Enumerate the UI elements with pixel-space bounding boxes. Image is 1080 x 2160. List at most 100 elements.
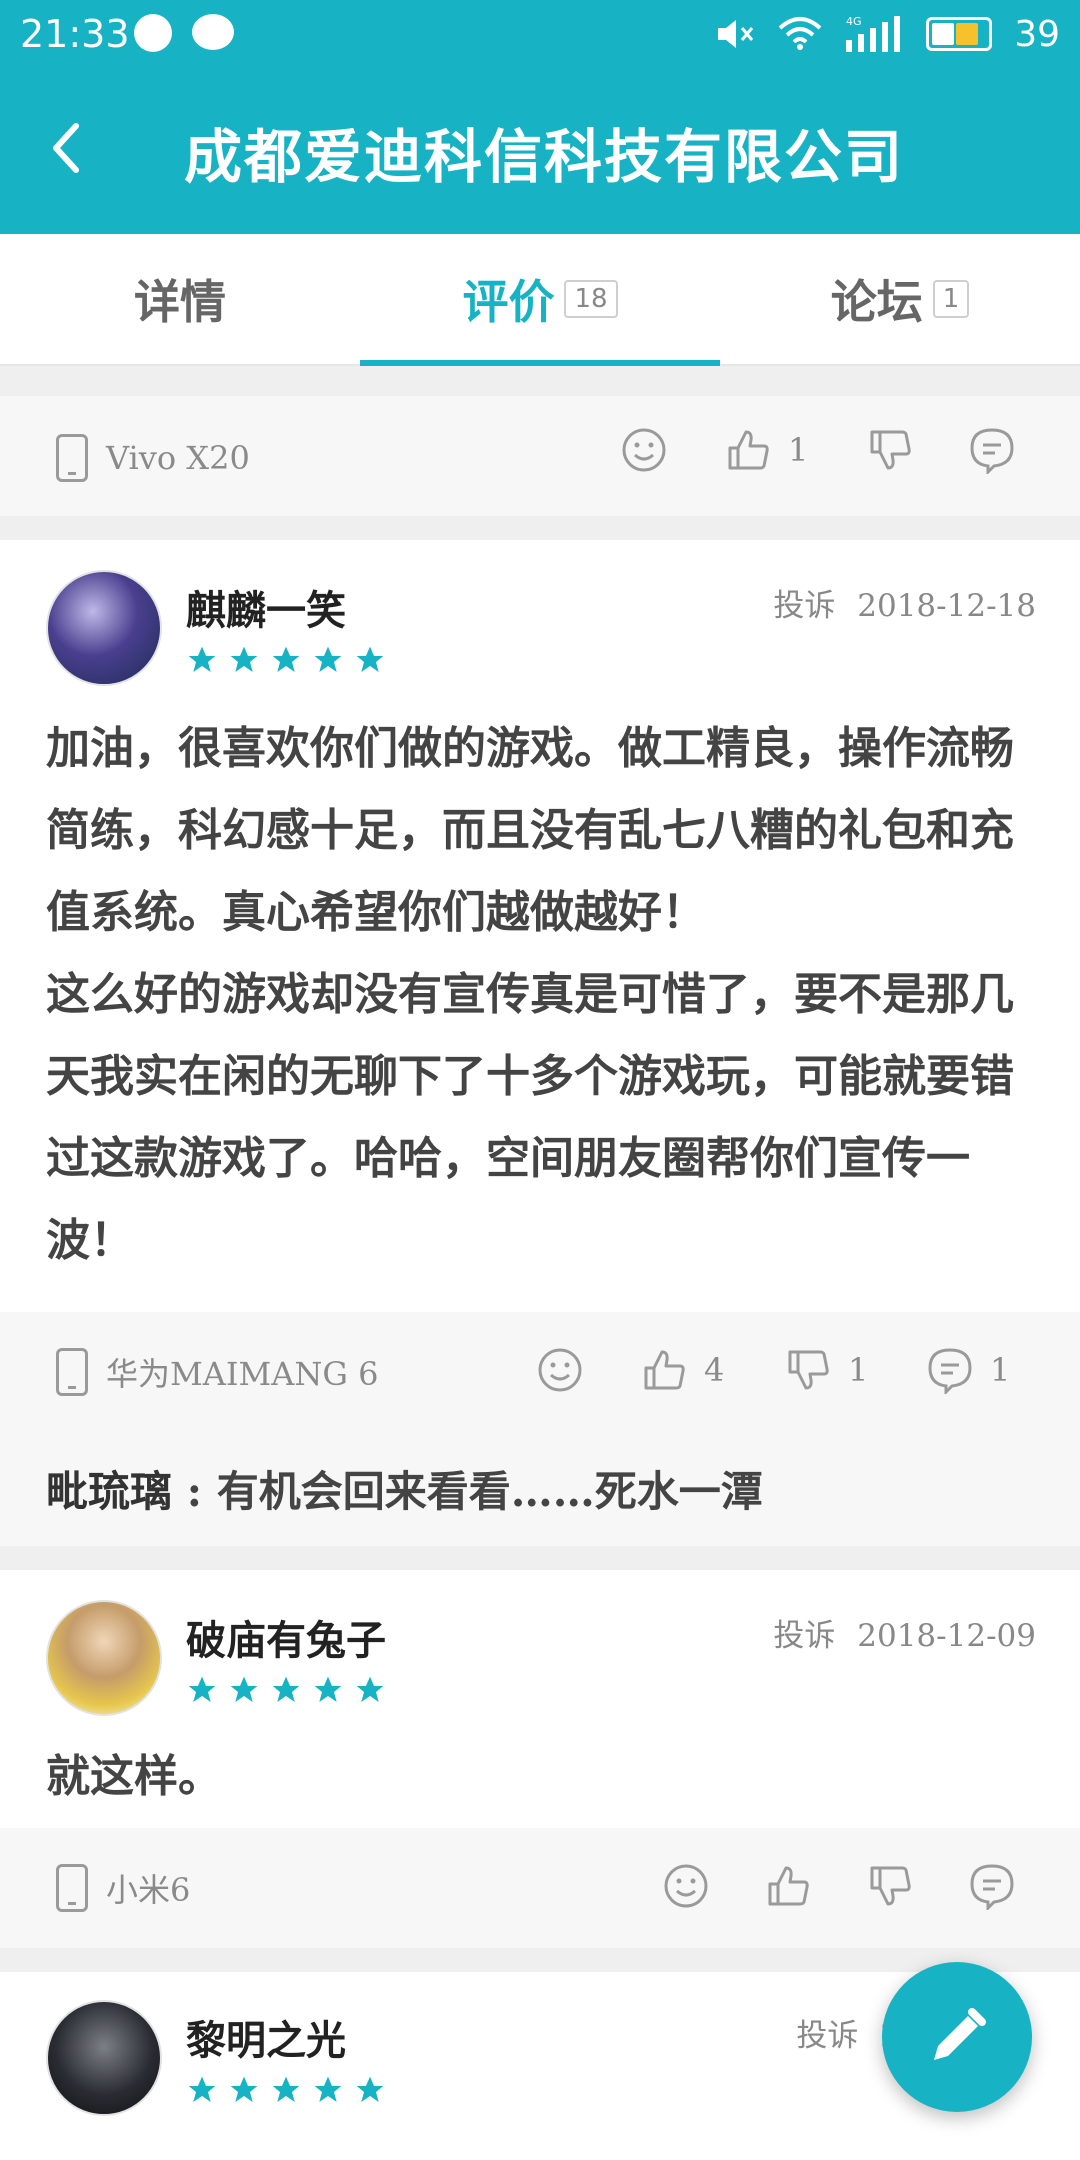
comment-count: 1 [990,1351,1011,1389]
network-type: 4G [846,15,862,28]
comment-button[interactable] [968,1862,1016,1910]
comment-button[interactable]: 1 [926,1346,1010,1394]
dislike-count: 1 [848,1351,869,1389]
phone-icon [56,434,88,482]
thumbs-down-icon [870,430,911,470]
review-username[interactable]: 黎明之光 [186,2008,346,2066]
review-card: 破庙有兔子 投诉 2018-12-09 就这样。 [0,1570,1080,1830]
device-info: 小米6 [56,1864,190,1912]
star-icon [272,2076,300,2102]
like-count: 1 [788,431,809,469]
avatar[interactable] [46,1600,162,1716]
emoji-button[interactable] [536,1346,584,1394]
star-icon [272,1676,300,1702]
review-footer: 小米6 [0,1828,1080,1948]
device-name: Vivo X20 [106,439,250,477]
star-rating [186,2074,386,2106]
like-button[interactable] [764,1862,812,1910]
dislike-button[interactable]: 1 [784,1346,868,1394]
back-arrow-icon[interactable] [40,118,100,178]
comment-icon [970,428,1014,474]
review-text: 加油，很喜欢你们做的游戏。做工精良，操作流畅简练，科幻感十足，而且没有乱七八糟的… [46,723,1014,1266]
review-meta: 投诉 2018-12-18 [773,580,1036,625]
chat-notification-icon [192,14,234,50]
review-meta: 投诉 2018-12-09 [773,1610,1036,1655]
star-icon [356,2076,384,2102]
review-footer: 华为MAIMANG 6 4 1 1 毗琉璃 : 有机会回来看看……死水一潭 [0,1312,1080,1546]
star-rating [186,644,386,676]
tab-label: 论坛 [830,275,923,329]
star-icon [356,1676,384,1702]
dislike-button[interactable] [866,1862,914,1910]
reply[interactable]: 毗琉璃 : 有机会回来看看……死水一潭 [46,1458,763,1519]
battery-level: 39 [1014,13,1060,55]
wifi-icon [778,17,822,50]
review-username[interactable]: 麒麟一笑 [186,578,346,636]
active-tab-indicator [360,360,720,366]
star-icon [188,1676,216,1702]
smile-icon [538,1348,582,1392]
avatar[interactable] [46,570,162,686]
dislike-button[interactable] [866,426,914,474]
tab-badge: 18 [564,280,618,318]
complain-link[interactable]: 投诉 [773,1618,835,1654]
thumbs-up-icon [728,430,769,470]
device-info: 华为MAIMANG 6 [56,1348,379,1396]
star-icon [188,646,216,672]
star-icon [314,1676,342,1702]
battery-icon [926,17,993,51]
tab-badge: 1 [932,280,970,318]
reply-author: 毗琉璃 [46,1467,173,1516]
star-icon [314,2076,342,2102]
like-count: 4 [704,1351,725,1389]
star-icon [230,646,258,672]
comment-button[interactable] [968,426,1016,474]
emoji-button[interactable] [662,1862,710,1910]
phone-icon [56,1864,88,1912]
star-icon [356,646,384,672]
review-username[interactable]: 破庙有兔子 [186,1608,386,1666]
device-name: 华为MAIMANG 6 [106,1355,379,1393]
edit-icon [934,2008,986,2060]
device-info: Vivo X20 [56,434,250,482]
tab-label: 评价 [462,275,555,329]
comment-icon [928,1348,972,1394]
tab-details[interactable]: 详情 [0,234,360,364]
tab-forum[interactable]: 论坛 1 [720,234,1080,364]
review-date: 2018-12-09 [857,1618,1036,1654]
thumbs-down-icon [870,1866,911,1906]
star-icon [230,2076,258,2102]
tab-reviews[interactable]: 评价 18 [360,234,720,364]
status-time: 21:33 [20,12,130,56]
status-bar: 21:33 4G 39 [0,0,1080,70]
reply-separator: : [172,1467,217,1516]
mute-icon [718,20,754,48]
star-rating [186,1674,386,1706]
thumbs-down-icon [788,1350,829,1390]
thumbs-up-icon [768,1866,809,1906]
phone-icon [56,1348,88,1396]
write-review-button[interactable] [882,1962,1032,2112]
status-right: 4G 39 [716,12,1060,56]
tab-bar: 详情 评价 18 论坛 1 [0,234,1080,366]
thumbs-up-icon [644,1350,685,1390]
signal-icon: 4G [846,15,901,52]
avatar[interactable] [46,2000,162,2116]
page-title: 成都爱迪科信科技有限公司 [184,123,905,191]
like-button[interactable]: 1 [724,426,808,474]
smile-icon [622,428,666,472]
emoji-button[interactable] [620,426,668,474]
comment-icon [970,1864,1014,1910]
review-text: 就这样。 [46,1751,222,1802]
smile-icon [664,1864,708,1908]
reply-text: 有机会回来看看……死水一潭 [216,1467,763,1516]
app-notification-icon [134,14,172,52]
device-name: 小米6 [106,1871,191,1909]
star-icon [272,646,300,672]
review-footer: Vivo X20 1 [0,396,1080,516]
complain-link[interactable]: 投诉 [796,2018,858,2054]
like-button[interactable]: 4 [640,1346,724,1394]
tab-label: 详情 [134,275,226,329]
complain-link[interactable]: 投诉 [773,588,835,624]
star-icon [314,646,342,672]
